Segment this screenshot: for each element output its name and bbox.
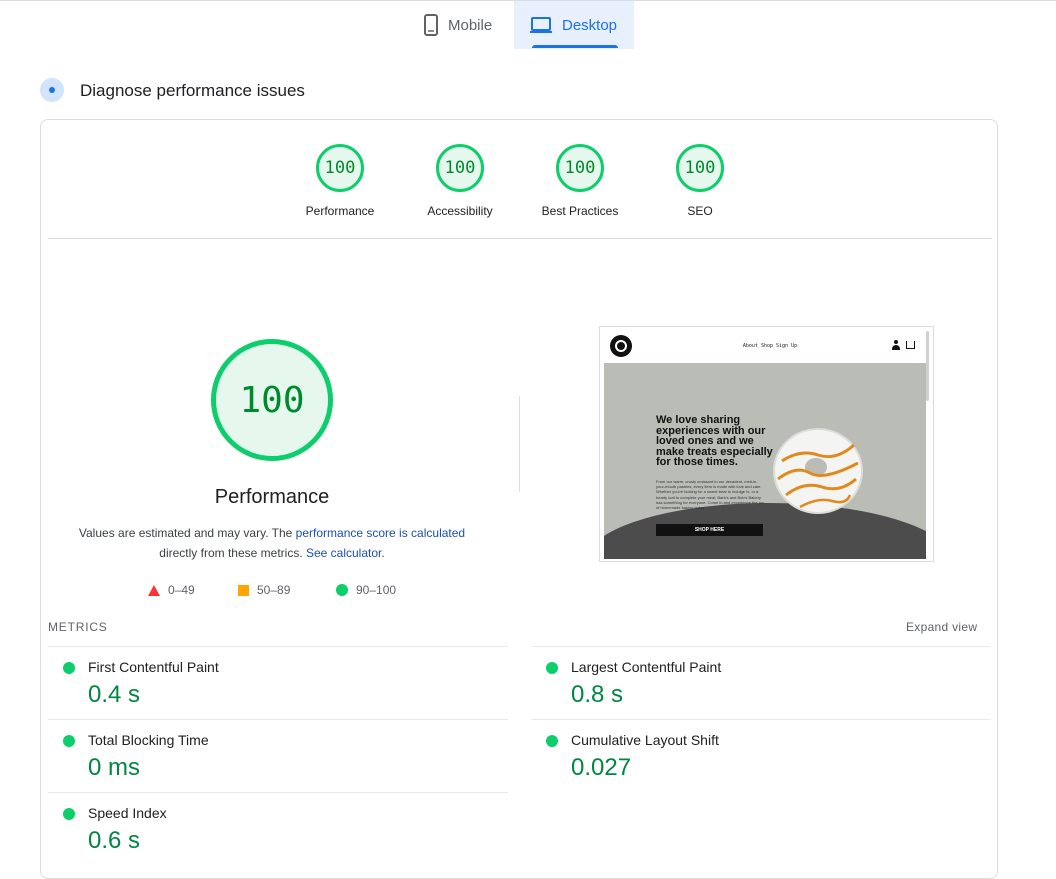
category-divider — [48, 238, 992, 239]
expand-view-button[interactable]: Expand view — [906, 620, 977, 634]
metric-name: Cumulative Layout Shift — [571, 732, 719, 748]
metric-fcp: First Contentful Paint 0.4 s — [48, 647, 488, 719]
legend-fail: 0–49 — [148, 583, 195, 597]
legend-pass: 90–100 — [336, 583, 396, 597]
site-logo — [610, 335, 632, 357]
category-performance[interactable]: 100 Performance — [290, 144, 390, 218]
metric-name: Largest Contentful Paint — [571, 659, 722, 675]
tab-selected-indicator — [532, 45, 618, 48]
desc-text-3: . — [381, 546, 385, 560]
category-accessibility[interactable]: 100 Accessibility — [410, 144, 510, 218]
desc-text-1: Values are estimated and may vary. The — [78, 526, 296, 540]
seo-label: SEO — [687, 204, 713, 218]
pass-dot-icon — [63, 662, 75, 674]
pass-dot-icon — [546, 735, 558, 747]
shop-here-button: SHOP HERE — [656, 524, 763, 536]
donut-image — [773, 428, 863, 514]
accessibility-gauge: 100 — [436, 144, 484, 192]
metrics-header: METRICS — [48, 620, 108, 634]
tab-mobile-label: Mobile — [448, 16, 493, 34]
seo-gauge: 100 — [676, 144, 724, 192]
metric-cls: Cumulative Layout Shift 0.027 — [531, 720, 971, 792]
site-hero: We love sharing experiences with our lov… — [604, 363, 926, 559]
basket-icon — [906, 341, 915, 349]
legend-average: 50–89 — [238, 583, 290, 597]
performance-label: Performance — [305, 204, 375, 218]
see-calculator-link[interactable]: See calculator — [306, 546, 381, 560]
user-icon — [892, 340, 900, 350]
triangle-icon — [148, 584, 160, 596]
pass-dot-icon — [546, 662, 558, 674]
metric-tbt: Total Blocking Time 0 ms — [48, 720, 488, 792]
metric-value: 0.027 — [571, 754, 632, 781]
metric-value: 0 ms — [88, 754, 141, 781]
metric-value: 0.8 s — [571, 681, 624, 708]
hero-headline: We love sharing experiences with our lov… — [656, 414, 773, 468]
hero-body: From our warm, crusty croissant to our d… — [656, 479, 764, 511]
diagnose-icon — [40, 78, 64, 102]
circle-icon — [336, 584, 348, 596]
legend-fail-range: 0–49 — [168, 583, 195, 597]
tab-mobile[interactable]: Mobile — [414, 1, 514, 49]
metric-name: Total Blocking Time — [88, 732, 209, 748]
performance-gauge: 100 — [316, 144, 364, 192]
pass-dot-icon — [63, 735, 75, 747]
metric-lcp: Largest Contentful Paint 0.8 s — [531, 647, 971, 719]
tab-desktop[interactable]: Desktop — [514, 1, 634, 49]
performance-title: Performance — [214, 486, 330, 508]
performance-score-gauge: 100 — [211, 339, 333, 461]
metric-speed-index: Speed Index 0.6 s — [48, 793, 488, 865]
accessibility-label: Accessibility — [427, 204, 493, 218]
hero-wave — [604, 503, 926, 559]
best-practices-gauge: 100 — [556, 144, 604, 192]
metric-name: Speed Index — [88, 805, 167, 821]
site-nav: About Shop Sign Up — [742, 343, 798, 349]
metric-value: 0.4 s — [88, 681, 141, 708]
pass-dot-icon — [63, 808, 75, 820]
legend-pass-range: 90–100 — [356, 583, 397, 597]
category-seo[interactable]: 100 SEO — [650, 144, 750, 218]
metric-name: First Contentful Paint — [88, 659, 219, 675]
category-best-practices[interactable]: 100 Best Practices — [530, 144, 630, 218]
score-calculated-link[interactable]: performance score is calculated — [296, 526, 465, 540]
diagnose-title: Diagnose performance issues — [80, 81, 305, 100]
laptop-icon — [530, 17, 552, 33]
legend-average-range: 50–89 — [257, 583, 291, 597]
best-practices-label: Best Practices — [541, 204, 619, 218]
desc-text-2: directly from these metrics. — [159, 546, 306, 560]
metric-value: 0.6 s — [88, 827, 141, 854]
tab-desktop-label: Desktop — [562, 16, 618, 34]
performance-description: Values are estimated and may vary. The p… — [72, 523, 472, 563]
thumbnail-scrollbar — [926, 331, 929, 401]
smartphone-icon — [424, 14, 438, 36]
vertical-separator — [519, 396, 520, 492]
page-screenshot-thumbnail[interactable]: About Shop Sign Up We love sharing exper… — [599, 326, 934, 562]
square-icon — [238, 584, 249, 596]
